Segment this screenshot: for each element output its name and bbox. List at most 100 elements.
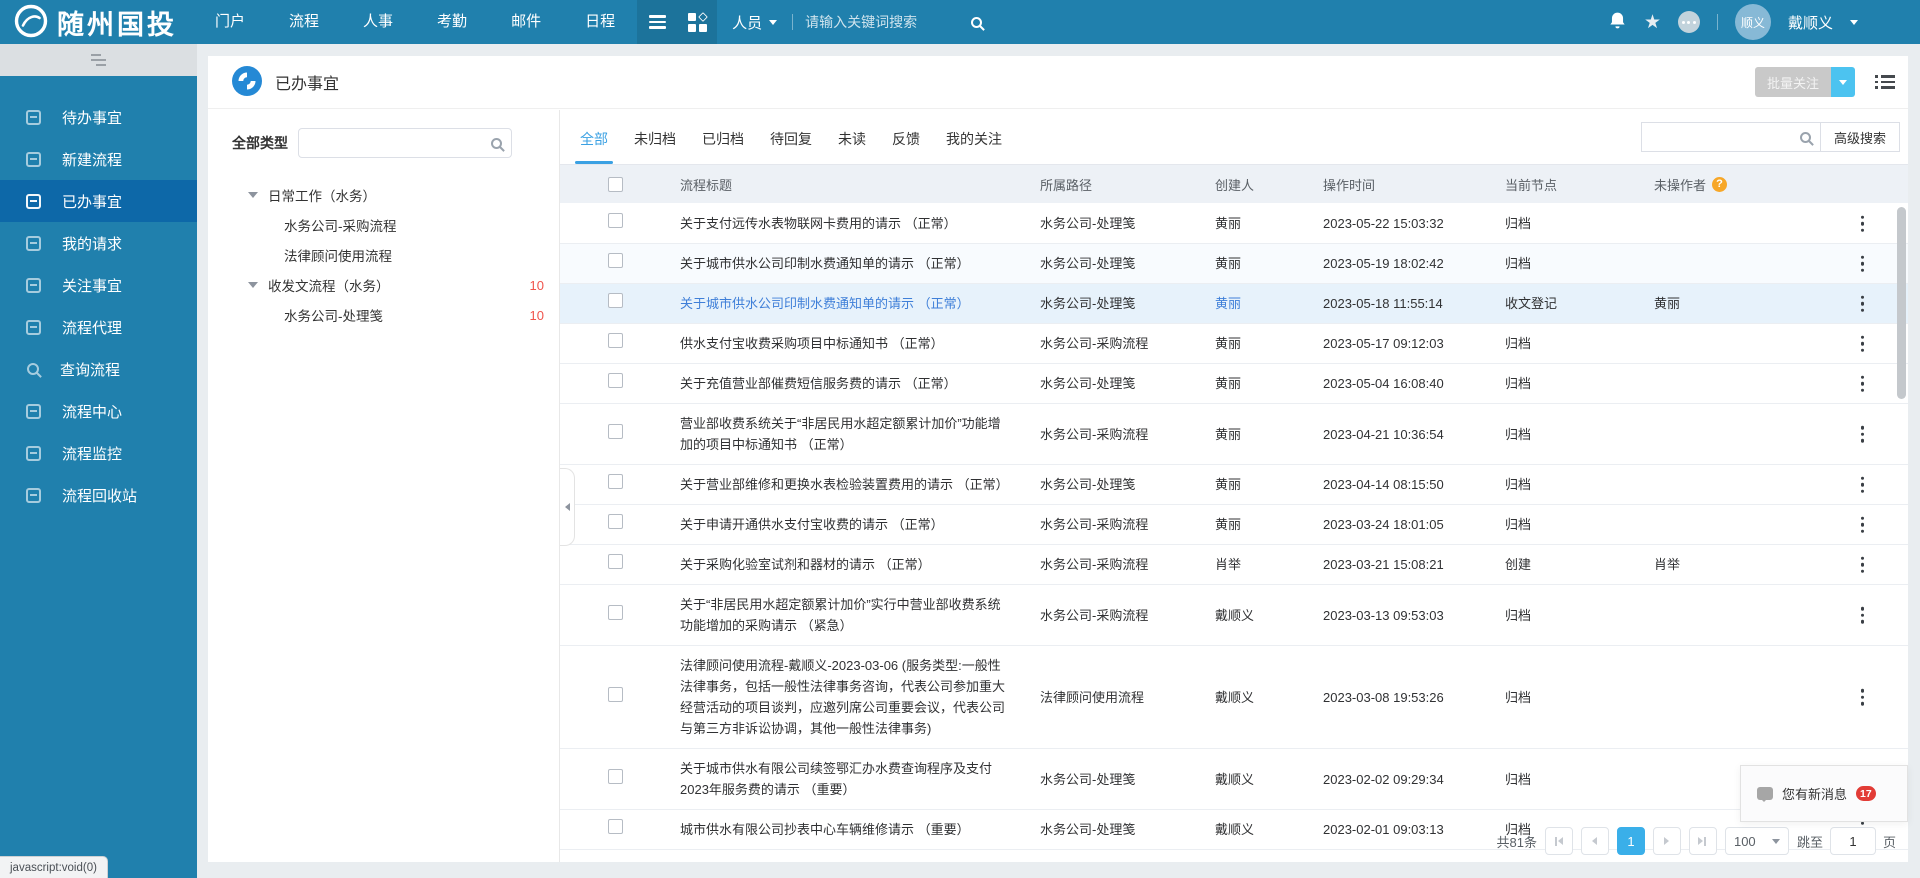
first-page-button[interactable] bbox=[1545, 827, 1573, 855]
table-row[interactable]: 供水支付宝收费采购项目中标通知书 （正常） 水务公司-采购流程 黄丽 2023-… bbox=[560, 324, 1908, 364]
more-ellipsis-icon[interactable] bbox=[1678, 11, 1700, 33]
table-row[interactable]: 关于采购化验室试剂和器材的请示 （正常） 水务公司-采购流程 肖举 2023-0… bbox=[560, 545, 1908, 585]
batch-follow-dropdown-button[interactable] bbox=[1831, 67, 1855, 97]
sidebar-item[interactable]: 待办事宜 bbox=[0, 96, 197, 138]
nav-apps-grid-icon[interactable] bbox=[677, 0, 717, 44]
row-title[interactable]: 关于充值营业部催费短信服务费的请示 （正常） bbox=[680, 373, 1040, 394]
row-checkbox[interactable] bbox=[608, 687, 623, 702]
row-title[interactable]: 关于城市供水公司印制水费通知单的请示 （正常） bbox=[680, 253, 1040, 274]
type-search-input[interactable] bbox=[308, 136, 491, 151]
row-checkbox[interactable] bbox=[608, 514, 623, 529]
view-list-icon[interactable] bbox=[1875, 72, 1895, 92]
page-size-select[interactable]: 100 bbox=[1725, 827, 1789, 855]
row-title[interactable]: 法律顾问使用流程-戴顺义-2023-03-06 (服务类型:一般性法律事务，包括… bbox=[680, 655, 1040, 739]
tab[interactable]: 我的关注 bbox=[946, 129, 1002, 164]
last-page-button[interactable] bbox=[1689, 827, 1717, 855]
row-title[interactable]: 关于城市供水公司印制水费通知单的请示 （正常） bbox=[680, 293, 1040, 314]
row-checkbox[interactable] bbox=[608, 373, 623, 388]
row-menu-kebab-icon[interactable] bbox=[1861, 295, 1865, 312]
row-menu-kebab-icon[interactable] bbox=[1861, 255, 1865, 272]
tree-node[interactable]: 水务公司-处理笺 10 bbox=[232, 300, 559, 330]
page-1-button[interactable]: 1 bbox=[1617, 827, 1645, 855]
row-menu-kebab-icon[interactable] bbox=[1861, 215, 1865, 232]
sidebar-item[interactable]: 关注事宜 bbox=[0, 264, 197, 306]
row-checkbox[interactable] bbox=[608, 253, 623, 268]
advanced-search-button[interactable]: 高级搜索 bbox=[1821, 122, 1900, 152]
jump-page-input[interactable] bbox=[1830, 827, 1876, 855]
navbar-menu-item[interactable]: 门户 bbox=[193, 0, 267, 44]
row-menu-kebab-icon[interactable] bbox=[1861, 335, 1865, 352]
scrollbar-thumb[interactable] bbox=[1897, 207, 1906, 399]
row-title[interactable]: 关于营业部维修和更换水表检验装置费用的请示 （正常） bbox=[680, 474, 1040, 495]
navbar-menu-item[interactable]: 日程 bbox=[563, 0, 637, 44]
global-search-input[interactable] bbox=[793, 14, 971, 30]
batch-follow-button[interactable]: 批量关注 bbox=[1755, 67, 1831, 97]
table-row[interactable]: 关于“非居民用水超定额累计加价”实行中营业部收费系统功能增加的采购请示 （紧急）… bbox=[560, 585, 1908, 646]
row-checkbox[interactable] bbox=[608, 474, 623, 489]
help-icon[interactable] bbox=[1712, 177, 1727, 192]
search-icon[interactable] bbox=[971, 17, 982, 28]
row-checkbox[interactable] bbox=[608, 605, 623, 620]
sidebar-item[interactable]: 我的请求 bbox=[0, 222, 197, 264]
sidebar-collapse-button[interactable] bbox=[0, 44, 197, 76]
row-menu-kebab-icon[interactable] bbox=[1861, 375, 1865, 392]
table-row[interactable]: 关于充值营业部催费短信服务费的请示 （正常） 水务公司-处理笺 黄丽 2023-… bbox=[560, 364, 1908, 404]
user-name[interactable]: 戴顺义 bbox=[1788, 12, 1833, 33]
caret-down-icon[interactable] bbox=[248, 192, 258, 198]
nav-hamburger-icon[interactable] bbox=[637, 0, 677, 44]
sidebar-item[interactable]: 流程回收站 bbox=[0, 474, 197, 516]
row-menu-kebab-icon[interactable] bbox=[1861, 476, 1865, 493]
people-scope-dropdown[interactable]: 人员 bbox=[717, 12, 792, 33]
tab[interactable]: 已归档 bbox=[702, 129, 744, 164]
tab[interactable]: 全部 bbox=[580, 129, 608, 164]
row-title[interactable]: 供水支付宝收费采购项目中标通知书 （正常） bbox=[680, 333, 1040, 354]
panel-collapse-handle[interactable] bbox=[560, 468, 575, 546]
table-row[interactable]: 关于城市供水公司印制水费通知单的请示 （正常） 水务公司-处理笺 黄丽 2023… bbox=[560, 284, 1908, 324]
user-avatar[interactable]: 顺义 bbox=[1735, 4, 1771, 40]
row-title[interactable]: 关于“非居民用水超定额累计加价”实行中营业部收费系统功能增加的采购请示 （紧急） bbox=[680, 594, 1040, 636]
notifications-bell-icon[interactable] bbox=[1608, 11, 1627, 33]
row-checkbox[interactable] bbox=[608, 333, 623, 348]
sidebar-item[interactable]: 流程代理 bbox=[0, 306, 197, 348]
row-checkbox[interactable] bbox=[608, 424, 623, 439]
sidebar-item[interactable]: 查询流程 bbox=[0, 348, 197, 390]
navbar-menu-item[interactable]: 邮件 bbox=[489, 0, 563, 44]
user-chevron-down-icon[interactable] bbox=[1850, 20, 1858, 25]
tab[interactable]: 未读 bbox=[838, 129, 866, 164]
search-icon[interactable] bbox=[1800, 132, 1811, 143]
row-checkbox[interactable] bbox=[608, 554, 623, 569]
row-menu-kebab-icon[interactable] bbox=[1861, 556, 1865, 573]
sidebar-item[interactable]: 新建流程 bbox=[0, 138, 197, 180]
row-title[interactable]: 关于支付远传水表物联网卡费用的请示 （正常） bbox=[680, 213, 1040, 234]
navbar-menu-item[interactable]: 流程 bbox=[267, 0, 341, 44]
caret-down-icon[interactable] bbox=[248, 282, 258, 288]
row-checkbox[interactable] bbox=[608, 213, 623, 228]
row-menu-kebab-icon[interactable] bbox=[1861, 516, 1865, 533]
tab[interactable]: 待回复 bbox=[770, 129, 812, 164]
brand[interactable]: 随州国投 bbox=[0, 3, 193, 42]
table-row[interactable]: 关于城市供水公司印制水费通知单的请示 （正常） 水务公司-处理笺 黄丽 2023… bbox=[560, 244, 1908, 284]
next-page-button[interactable] bbox=[1653, 827, 1681, 855]
navbar-menu-item[interactable]: 考勤 bbox=[415, 0, 489, 44]
table-row[interactable]: 关于城市供水有限公司续签鄂汇办水费查询程序及支付2023年服务费的请示 （重要）… bbox=[560, 749, 1908, 810]
row-title[interactable]: 关于城市供水有限公司续签鄂汇办水费查询程序及支付2023年服务费的请示 （重要） bbox=[680, 758, 1040, 800]
row-title[interactable]: 关于申请开通供水支付宝收费的请示 （正常） bbox=[680, 514, 1040, 535]
row-title[interactable]: 城市供水有限公司抄表中心车辆维修请示 （重要） bbox=[680, 819, 1040, 840]
table-search-input[interactable] bbox=[1651, 130, 1800, 145]
select-all-checkbox[interactable] bbox=[608, 177, 623, 192]
search-icon[interactable] bbox=[491, 138, 502, 149]
row-checkbox[interactable] bbox=[608, 293, 623, 308]
row-title[interactable]: 营业部收费系统关于“非居民用水超定额累计加价”功能增加的项目中标通知书 （正常） bbox=[680, 413, 1040, 455]
favorites-star-icon[interactable]: ★ bbox=[1644, 13, 1661, 32]
navbar-menu-item[interactable]: 人事 bbox=[341, 0, 415, 44]
sidebar-item[interactable]: 流程监控 bbox=[0, 432, 197, 474]
table-row[interactable]: 关于申请开通供水支付宝收费的请示 （正常） 水务公司-采购流程 黄丽 2023-… bbox=[560, 505, 1908, 545]
sidebar-item[interactable]: 流程中心 bbox=[0, 390, 197, 432]
row-menu-kebab-icon[interactable] bbox=[1861, 426, 1865, 443]
row-title[interactable]: 关于采购化验室试剂和器材的请示 （正常） bbox=[680, 554, 1040, 575]
tab[interactable]: 未归档 bbox=[634, 129, 676, 164]
tree-node[interactable]: 日常工作（水务） bbox=[232, 180, 559, 210]
row-menu-kebab-icon[interactable] bbox=[1861, 607, 1865, 624]
prev-page-button[interactable] bbox=[1581, 827, 1609, 855]
row-checkbox[interactable] bbox=[608, 769, 623, 784]
